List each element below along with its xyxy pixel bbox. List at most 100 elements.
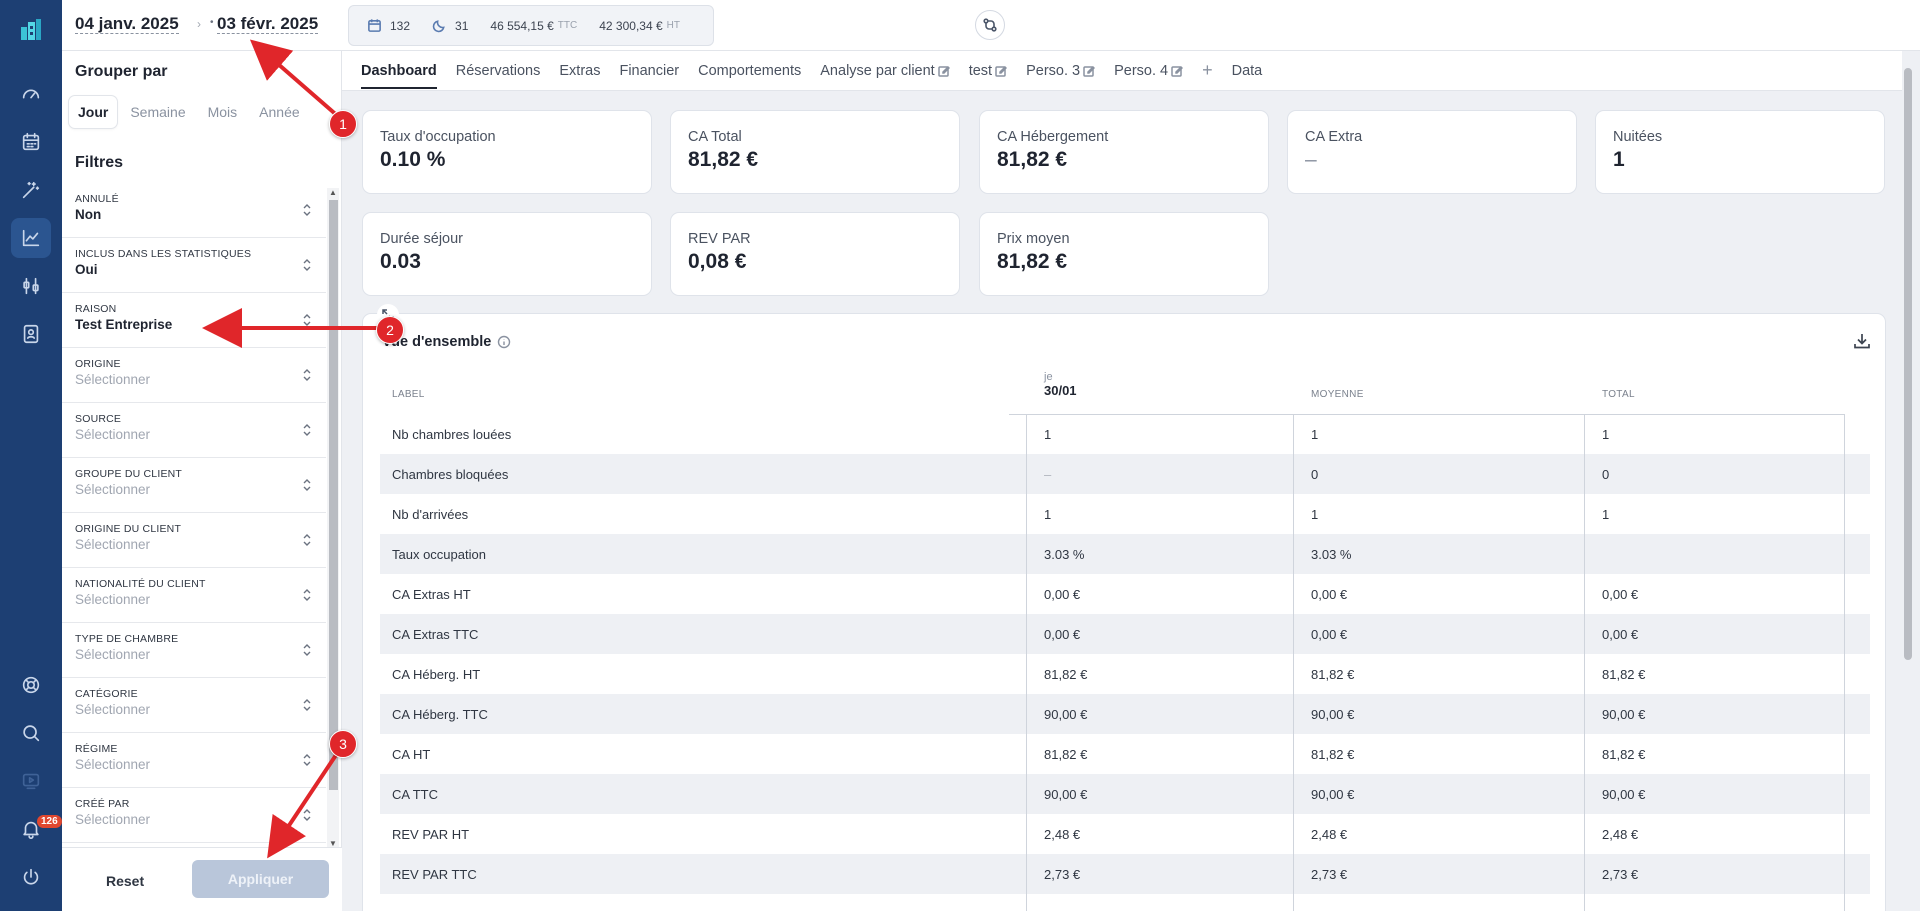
tab-perso-4[interactable]: Perso. 4	[1114, 54, 1184, 88]
filter-select[interactable]: TYPE DE CHAMBRE Sélectionner	[62, 623, 326, 678]
table-row: Nb chambres louées 1 1 1	[380, 414, 1870, 454]
filter-value: Sélectionner	[75, 647, 151, 662]
tab-reservations[interactable]: Réservations	[456, 54, 541, 88]
scroll-up-icon[interactable]: ▲	[329, 188, 337, 197]
row-total-value: 90,00 €	[1602, 786, 1646, 802]
tab-dashboard[interactable]: Dashboard	[361, 54, 437, 89]
date-end-picker[interactable]: 03 févr. 2025	[217, 15, 319, 34]
row-day-value: 81,82 €	[1044, 666, 1088, 682]
dashboard-gauge-icon[interactable]	[11, 74, 51, 114]
filter-select[interactable]: ORIGINE Sélectionner	[62, 348, 326, 403]
stat-revenue-ttc: 46 554,15 € TTC	[490, 18, 578, 33]
main-scrollbar[interactable]	[1902, 64, 1914, 911]
row-day-value: 2,48 €	[1044, 826, 1081, 842]
filter-select[interactable]: RÉGIME Sélectionner	[62, 733, 326, 788]
col-header-day[interactable]: je 30/01	[1044, 371, 1077, 398]
filter-value: Sélectionner	[75, 592, 151, 607]
filter-select[interactable]: GROUPE DU CLIENT Sélectionner	[62, 458, 326, 513]
row-label: Chambres bloquées	[392, 466, 509, 482]
tab-test[interactable]: test	[969, 54, 1008, 88]
filter-select[interactable]: SOURCE Sélectionner	[62, 403, 326, 458]
reset-button[interactable]: Reset	[84, 868, 166, 894]
filter-label: RÉGIME	[75, 743, 118, 755]
table-row: CA Extras HT 0,00 € 0,00 € 0,00 €	[380, 574, 1870, 614]
statistics-chart-icon[interactable]	[11, 218, 51, 258]
tab-comportements[interactable]: Comportements	[698, 54, 801, 88]
group-tab-week[interactable]: Semaine	[121, 96, 194, 128]
sliders-icon[interactable]	[11, 266, 51, 306]
col-header-label[interactable]: LABEL	[392, 389, 425, 400]
main-scroll-thumb[interactable]	[1904, 68, 1912, 660]
row-average-value: 81,82 €	[1311, 666, 1355, 682]
search-icon[interactable]	[11, 713, 51, 753]
row-label: CA Héberg. HT	[392, 666, 481, 682]
chevron-up-down-icon	[302, 313, 312, 327]
add-tab-button[interactable]: +	[1202, 51, 1213, 90]
edit-icon	[937, 65, 950, 77]
tab-analyse-par-client[interactable]: Analyse par client	[820, 54, 950, 88]
col-header-average[interactable]: MOYENNE	[1311, 389, 1364, 400]
row-label: Nb d'arrivées	[392, 506, 469, 522]
compare-periods-button[interactable]	[975, 10, 1005, 40]
row-average-value: 0	[1311, 466, 1319, 482]
date-start-picker[interactable]: 04 janv. 2025	[75, 15, 179, 34]
calendar-icon	[368, 19, 381, 32]
kpi-ca-extra: CA Extra –	[1287, 110, 1577, 194]
row-label: CA Héberg. TTC	[392, 706, 488, 722]
filter-select[interactable]: RAISON Test Entreprise	[62, 293, 326, 348]
group-tab-month[interactable]: Mois	[199, 96, 247, 128]
filter-label: NATIONALITÉ DU CLIENT	[75, 578, 206, 590]
row-day-value: 2,73 €	[1044, 866, 1081, 882]
video-icon[interactable]	[11, 761, 51, 801]
group-tab-year[interactable]: Année	[250, 96, 308, 128]
apply-button[interactable]: Appliquer	[192, 860, 329, 898]
help-lifebuoy-icon[interactable]	[11, 665, 51, 705]
column-divider	[1584, 414, 1585, 911]
col-header-total[interactable]: TOTAL	[1602, 389, 1635, 400]
filter-label: CRÉÉ PAR	[75, 798, 130, 810]
filter-select[interactable]: CATÉGORIE Sélectionner	[62, 678, 326, 733]
scroll-thumb[interactable]	[329, 200, 338, 790]
filter-label: TYPE DE CHAMBRE	[75, 633, 179, 645]
table-row: Taux occupation 3.03 % 3.03 %	[380, 534, 1870, 574]
tab-perso-3[interactable]: Perso. 3	[1026, 54, 1096, 88]
download-icon[interactable]	[1853, 332, 1871, 355]
logout-power-icon[interactable]	[11, 857, 51, 897]
annotation-marker-2: 2	[376, 316, 404, 344]
row-average-value: 1	[1311, 506, 1319, 522]
row-label: REV PAR HT	[392, 826, 470, 842]
row-label: Taux occupation	[392, 546, 486, 562]
filter-label: ORIGINE	[75, 358, 121, 370]
tab-financier[interactable]: Financier	[619, 54, 679, 88]
row-average-value: 2,48 €	[1311, 826, 1348, 842]
magic-wand-icon[interactable]	[11, 170, 51, 210]
filter-select[interactable]: ORIGINE DU CLIENT Sélectionner	[62, 513, 326, 568]
group-tab-day[interactable]: Jour	[69, 96, 118, 128]
filter-value: Sélectionner	[75, 537, 151, 552]
edit-icon	[1083, 65, 1096, 77]
filter-value: Sélectionner	[75, 702, 151, 717]
row-total-value: 1	[1602, 426, 1610, 442]
tab-data[interactable]: Data	[1232, 54, 1263, 88]
table-row: CA TTC 90,00 € 90,00 € 90,00 €	[380, 774, 1870, 814]
filter-select[interactable]: INCLUS DANS LES STATISTIQUES Oui	[62, 238, 326, 293]
overview-card: Vue d'ensemble LABEL je 30/01 MOYENNE TOT…	[362, 304, 1886, 911]
kpi-rev-par: REV PAR 0,08 €	[670, 212, 960, 296]
row-total-value: 81,82 €	[1602, 746, 1646, 762]
row-total-value: 2,73 €	[1602, 866, 1639, 882]
filter-select[interactable]: ANNULÉ Non	[62, 183, 326, 238]
app-logo[interactable]	[18, 17, 44, 43]
kpi-ca-total: CA Total 81,82 €	[670, 110, 960, 194]
table-row: CA Héberg. HT 81,82 € 81,82 € 81,82 €	[380, 654, 1870, 694]
row-day-value: 0,00 €	[1044, 586, 1081, 602]
kpi-ca-hebergement: CA Hébergement 81,82 €	[979, 110, 1269, 194]
filter-select[interactable]: CRÉÉ PAR Sélectionner	[62, 788, 326, 843]
chevron-up-down-icon	[302, 753, 312, 767]
filter-select[interactable]: NATIONALITÉ DU CLIENT Sélectionner	[62, 568, 326, 623]
column-divider	[1293, 414, 1294, 911]
calendar-icon[interactable]	[11, 122, 51, 162]
tab-extras[interactable]: Extras	[559, 54, 600, 88]
row-label: Nb chambres louées	[392, 426, 512, 442]
contacts-book-icon[interactable]	[11, 314, 51, 354]
annotation-marker-1: 1	[329, 110, 357, 138]
